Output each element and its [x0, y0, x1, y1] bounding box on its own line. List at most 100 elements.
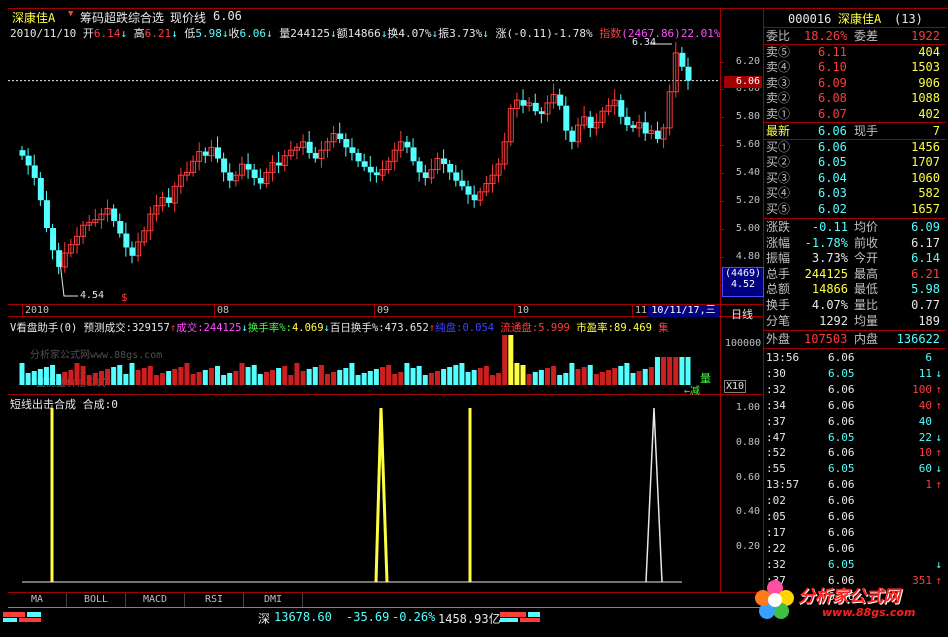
- bids-row[interactable]: 买⑤ 6.02 1657: [764, 202, 944, 217]
- candle-body: [337, 133, 344, 140]
- bids-row[interactable]: 买① 6.06 1456: [764, 140, 944, 155]
- stats-v2: 189: [918, 313, 940, 328]
- bids-vol: 582: [918, 186, 940, 201]
- tab-dmi[interactable]: DMI: [244, 593, 303, 607]
- volume-bars[interactable]: [0, 317, 720, 395]
- volume-bar: [508, 335, 514, 385]
- candle-body: [31, 165, 38, 178]
- volume-bar: [43, 367, 49, 385]
- volume-bar: [257, 374, 263, 385]
- stats-row: 总额 14866 最低 5.98: [764, 282, 944, 297]
- candlestick-chart[interactable]: [0, 0, 720, 305]
- diff-label: 委差: [854, 29, 879, 43]
- tab-macd[interactable]: MACD: [126, 593, 185, 607]
- cursor-price: 4.52: [730, 279, 756, 290]
- tick-p: 6.06: [828, 382, 855, 396]
- candle-body: [215, 147, 222, 159]
- asks-row[interactable]: 卖⑤ 6.11 404: [764, 45, 944, 60]
- volume-bar: [593, 374, 599, 385]
- signal-axis-label: 1.00: [735, 402, 760, 413]
- volume-bar: [123, 374, 129, 385]
- daily-tab[interactable]: 日线: [722, 306, 762, 321]
- signal-axis-label: 0.20: [735, 541, 760, 553]
- volume-bar: [337, 370, 343, 385]
- price-axis-label: 5.80: [735, 111, 760, 122]
- volume-bar: [465, 372, 471, 385]
- tick-p: 6.06: [828, 351, 855, 364]
- vol-axis-mult: X10: [724, 380, 747, 393]
- tick-p: 6.06: [828, 446, 855, 460]
- asks-label: 卖⑤: [766, 45, 791, 59]
- status-right-gauge: [500, 612, 540, 622]
- stats-l2: 最低: [854, 282, 879, 297]
- volume-bar: [282, 366, 288, 385]
- asks-row[interactable]: 卖① 6.07 402: [764, 107, 944, 122]
- stats-l2: 量比: [854, 298, 879, 312]
- logo-text: 分析家公式网: [798, 587, 900, 607]
- tick-v: 6: [925, 351, 932, 364]
- outer-label: 外盘: [766, 332, 791, 346]
- asks-price: 6.07: [818, 106, 847, 121]
- stats-l1: 分笔: [766, 313, 791, 328]
- cursor-box: (4469) 4.52: [722, 267, 764, 297]
- candle-body: [404, 141, 411, 148]
- tick-row: :32 6.06 100 ↑: [764, 382, 946, 398]
- price-axis-tick: [721, 173, 724, 174]
- bids-row[interactable]: 买③ 6.04 1060: [764, 171, 944, 186]
- bids-label: 买②: [766, 155, 791, 170]
- candle-body: [50, 228, 57, 251]
- stats-l2: 前收: [854, 235, 879, 250]
- bids-price: 6.03: [818, 186, 847, 201]
- candle-body: [520, 100, 527, 106]
- tick-row: :52 6.06 10 ↑: [764, 445, 946, 461]
- asks-row[interactable]: 卖② 6.08 1088: [764, 91, 944, 106]
- tick-p: 6.06: [828, 494, 855, 508]
- volume-bar: [178, 367, 184, 385]
- volume-bar: [606, 370, 612, 385]
- quote-code: 000016: [788, 12, 832, 26]
- tick-row: :30 6.05 11 ↓: [764, 366, 946, 382]
- volume-bar: [489, 375, 495, 385]
- volume-bar: [544, 368, 550, 385]
- tick-row: :17 6.06: [764, 525, 946, 541]
- tick-p: 6.05: [828, 430, 855, 444]
- candle-body: [129, 247, 136, 256]
- asks-vol: 404: [918, 45, 940, 59]
- volume-bar: [19, 363, 25, 385]
- volume-bar: [80, 366, 86, 385]
- candle-body: [227, 172, 234, 181]
- status-amount: 1458.93亿: [438, 612, 501, 626]
- quote-name[interactable]: 深康佳A: [838, 12, 881, 27]
- tick-v: 100: [912, 382, 932, 396]
- tab-boll[interactable]: BOLL: [67, 593, 126, 607]
- candle-body: [630, 125, 637, 128]
- bids-row[interactable]: 买④ 6.03 582: [764, 186, 944, 201]
- tab-ma[interactable]: MA: [8, 593, 67, 607]
- volume-bar: [208, 368, 214, 385]
- candle-body: [245, 164, 252, 170]
- outer-inner-row: 外盘 107503 内盘 136622: [764, 332, 944, 347]
- volume-bar: [477, 368, 483, 385]
- volume-bar: [636, 371, 642, 385]
- candle-body: [306, 141, 313, 153]
- volume-bar: [202, 370, 208, 385]
- tick-t: 13:57: [766, 478, 800, 492]
- asks-row[interactable]: 卖④ 6.10 1503: [764, 60, 944, 75]
- time-axis-tick: [632, 305, 633, 317]
- stats-l1: 振幅: [766, 251, 791, 266]
- price-axis: 6.206.005.805.605.405.205.004.804.60: [721, 0, 763, 305]
- candle-body: [532, 102, 539, 112]
- volume-bar: [355, 375, 361, 385]
- bids-row[interactable]: 买② 6.05 1707: [764, 155, 944, 170]
- signal-chart[interactable]: [0, 395, 720, 593]
- bids-label: 买⑤: [766, 201, 791, 216]
- tab-rsi[interactable]: RSI: [185, 593, 244, 607]
- price-axis-tick: [721, 117, 724, 118]
- time-axis-label: 11: [635, 305, 648, 316]
- asks-row[interactable]: 卖③ 6.09 906: [764, 76, 944, 91]
- tick-v: 22: [918, 430, 932, 444]
- asks-price: 6.10: [818, 60, 847, 75]
- asks-vol: 906: [918, 75, 940, 90]
- volume-bar: [410, 368, 416, 385]
- volume-bar: [618, 366, 624, 385]
